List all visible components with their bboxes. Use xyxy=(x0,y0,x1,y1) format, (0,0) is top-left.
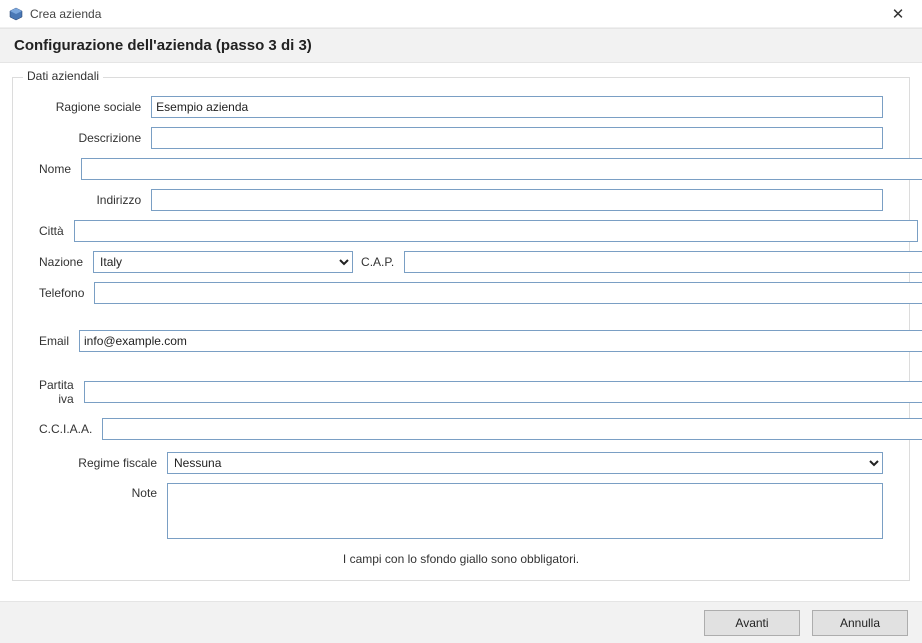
company-data-group: Dati aziendali Ragione sociale Descrizio… xyxy=(12,77,910,581)
label-citta: Città xyxy=(39,224,66,238)
close-icon[interactable]: ✕ xyxy=(882,0,914,27)
label-partita-iva: Partita iva xyxy=(39,378,76,406)
label-regime-fiscale: Regime fiscale xyxy=(39,456,159,470)
citta-field[interactable] xyxy=(74,220,918,242)
label-nazione: Nazione xyxy=(39,255,85,269)
group-legend: Dati aziendali xyxy=(23,69,103,83)
nome-field[interactable] xyxy=(81,158,922,180)
wizard-header: Configurazione dell'azienda (passo 3 di … xyxy=(0,28,922,63)
label-descrizione: Descrizione xyxy=(39,131,143,145)
page-title: Configurazione dell'azienda (passo 3 di … xyxy=(14,37,908,54)
cap-field[interactable] xyxy=(404,251,922,273)
next-button[interactable]: Avanti xyxy=(704,610,800,636)
email-field[interactable] xyxy=(79,330,922,352)
label-cap: C.A.P. xyxy=(361,255,396,269)
label-telefono: Telefono xyxy=(39,286,86,300)
descrizione-field[interactable] xyxy=(151,127,883,149)
label-indirizzo: Indirizzo xyxy=(39,193,143,207)
note-field[interactable] xyxy=(167,483,883,539)
window-title: Crea azienda xyxy=(30,7,101,21)
partita-iva-field[interactable] xyxy=(84,381,922,403)
cciaa-field[interactable] xyxy=(102,418,922,440)
label-note: Note xyxy=(39,483,159,500)
label-nome: Nome xyxy=(39,162,73,176)
label-email: Email xyxy=(39,334,71,348)
wizard-footer: Avanti Annulla xyxy=(0,601,922,643)
regime-fiscale-select[interactable]: Nessuna xyxy=(167,452,883,474)
ragione-sociale-field[interactable] xyxy=(151,96,883,118)
app-icon xyxy=(8,6,24,22)
telefono-field[interactable] xyxy=(94,282,922,304)
cancel-button[interactable]: Annulla xyxy=(812,610,908,636)
required-hint: I campi con lo sfondo giallo sono obblig… xyxy=(39,548,883,566)
label-ragione-sociale: Ragione sociale xyxy=(39,100,143,114)
nazione-select[interactable]: Italy xyxy=(93,251,353,273)
label-cciaa: C.C.I.A.A. xyxy=(39,422,94,436)
titlebar: Crea azienda ✕ xyxy=(0,0,922,28)
indirizzo-field[interactable] xyxy=(151,189,883,211)
